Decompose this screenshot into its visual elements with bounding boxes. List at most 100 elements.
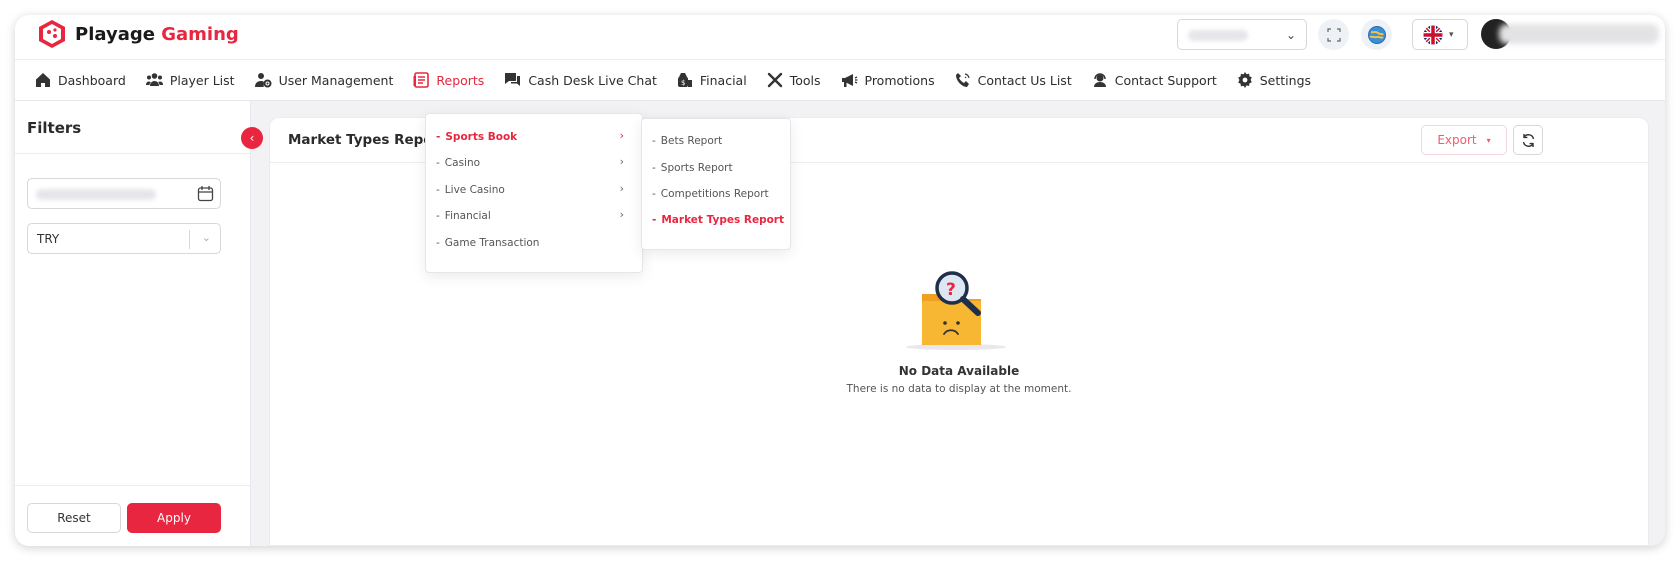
user-gear-icon [254,73,272,88]
license-select-value-redacted [1188,30,1248,41]
empty-state-title: No Data Available [898,364,1020,378]
nav-dashboard[interactable]: Dashboard [25,59,136,101]
nav-player-list[interactable]: Player List [136,59,245,101]
main-nav: Dashboard Player List User Management Re… [15,59,1665,101]
svg-text:?: ? [946,280,956,300]
menu-item-live-casino[interactable]: - Live Casino [436,184,505,196]
nav-user-management[interactable]: User Management [245,59,404,101]
chevron-right-icon: › [619,129,624,142]
sad-folder-magnifier-icon: ? [906,271,1006,350]
nav-tools-label: Tools [789,72,821,88]
divider [189,230,190,249]
nav-contact-us-list-label: Contact Us List [977,72,1072,88]
filters-panel: Filters TRY ⌄ Reset Apply [15,101,251,546]
nav-contact-us-list[interactable]: Contact Us List [945,59,1082,101]
refresh-icon [1522,133,1534,147]
brand-logo[interactable]: Playage Gaming [35,17,239,51]
brand-name: Playage Gaming [75,23,239,45]
nav-tools[interactable]: Tools [757,59,831,101]
nav-promotions[interactable]: Promotions [831,59,945,101]
caret-down-icon: ▾ [1449,29,1454,40]
top-header: Playage Gaming ⌄ ▾ [15,15,1665,59]
empty-state-subtitle: There is no data to display at the momen… [846,383,1072,395]
globe-button[interactable] [1361,19,1392,50]
reset-button[interactable]: Reset [27,503,121,533]
uk-flag-icon [1423,25,1443,44]
nav-settings[interactable]: Settings [1227,59,1321,101]
chevron-right-icon: › [619,155,624,168]
gear-icon [1237,72,1252,88]
money-icon: $ [677,73,692,87]
date-range-value-redacted [36,189,156,200]
support-icon [1093,73,1106,87]
menu-item-financial[interactable]: - Financial [436,210,491,222]
nav-contact-support[interactable]: Contact Support [1082,59,1227,101]
nav-cash-desk-live-chat[interactable]: Cash Desk Live Chat [494,59,667,101]
date-range-input[interactable] [27,178,221,209]
export-label: Export [1437,133,1477,147]
nav-reports[interactable]: Reports [403,59,494,101]
calendar-icon[interactable] [197,185,214,202]
globe-icon [1367,25,1386,44]
menu-item-label: Financial [444,210,491,222]
menu-item-label: Sports Report [660,162,733,174]
chevron-right-icon: › [619,182,624,195]
license-select[interactable]: ⌄ [1177,19,1307,50]
empty-state: ? No Data Available There is no data to … [270,268,1648,395]
users-icon [145,73,163,86]
language-selector[interactable]: ▾ [1412,19,1468,50]
chevron-down-icon: ⌄ [1285,28,1296,42]
sports-book-submenu: - Bets Report - Sports Report - Competition… [641,118,791,250]
page-title: Market Types Report [288,132,446,148]
nav-dashboard-label: Dashboard [58,72,126,88]
nav-reports-label: Reports [436,72,485,88]
dice-logo-icon [39,20,65,48]
menu-item-label: Game Transaction [444,237,540,249]
chat-icon [505,73,521,86]
nav-cash-desk-live-chat-label: Cash Desk Live Chat [528,72,657,88]
currency-value: TRY [37,232,60,246]
nav-finacial-label: Finacial [699,72,747,88]
chevron-down-icon: ⌄ [201,231,211,244]
megaphone-icon [841,74,857,87]
chevron-left-icon: ‹ [249,131,255,145]
nav-player-list-label: Player List [169,72,235,88]
home-icon [36,73,50,87]
expand-icon [1326,27,1341,42]
divider [15,153,251,154]
refresh-button[interactable] [1513,125,1543,155]
divider [15,485,251,486]
menu-item-label: Live Casino [444,184,505,196]
caret-down-icon: ▾ [1486,135,1491,145]
svg-text:$: $ [681,79,685,87]
menu-item-game-transaction[interactable]: - Game Transaction [436,237,539,249]
nav-contact-support-label: Contact Support [1114,72,1217,88]
menu-item-label: Competitions Report [660,188,769,200]
report-icon [413,72,430,88]
username-redacted[interactable] [1499,24,1659,44]
app-window: Playage Gaming ⌄ ▾ Dashboard Player List… [15,15,1665,546]
menu-item-market-types-report[interactable]: - Market Types Report [652,214,784,226]
chevron-right-icon: › [619,208,624,221]
collapse-filters-button[interactable]: ‹ [241,127,263,149]
currency-select[interactable]: TRY ⌄ [27,223,221,254]
nav-settings-label: Settings [1259,72,1312,88]
menu-item-label: Casino [444,157,481,169]
tools-icon [767,72,782,88]
fullscreen-button[interactable] [1318,19,1349,50]
nav-finacial[interactable]: $ Finacial [667,59,757,101]
filters-title: Filters [27,119,82,137]
phone-icon [955,73,970,87]
nav-user-management-label: User Management [278,72,394,88]
nav-promotions-label: Promotions [864,72,935,88]
apply-button[interactable]: Apply [127,503,221,533]
export-button[interactable]: Export ▾ [1421,125,1507,155]
menu-item-casino[interactable]: - Casino [436,157,480,169]
menu-item-bets-report[interactable]: - Bets Report [652,135,722,147]
menu-item-label: Bets Report [660,135,723,147]
reports-dropdown: - Sports Book › - Casino › - Live Casino › … [425,113,643,273]
menu-item-sports-report[interactable]: - Sports Report [652,162,733,174]
menu-item-competitions-report[interactable]: - Competitions Report [652,188,769,200]
menu-item-label: Market Types Report [661,214,785,226]
menu-item-sports-book[interactable]: - Sports Book [436,131,517,143]
